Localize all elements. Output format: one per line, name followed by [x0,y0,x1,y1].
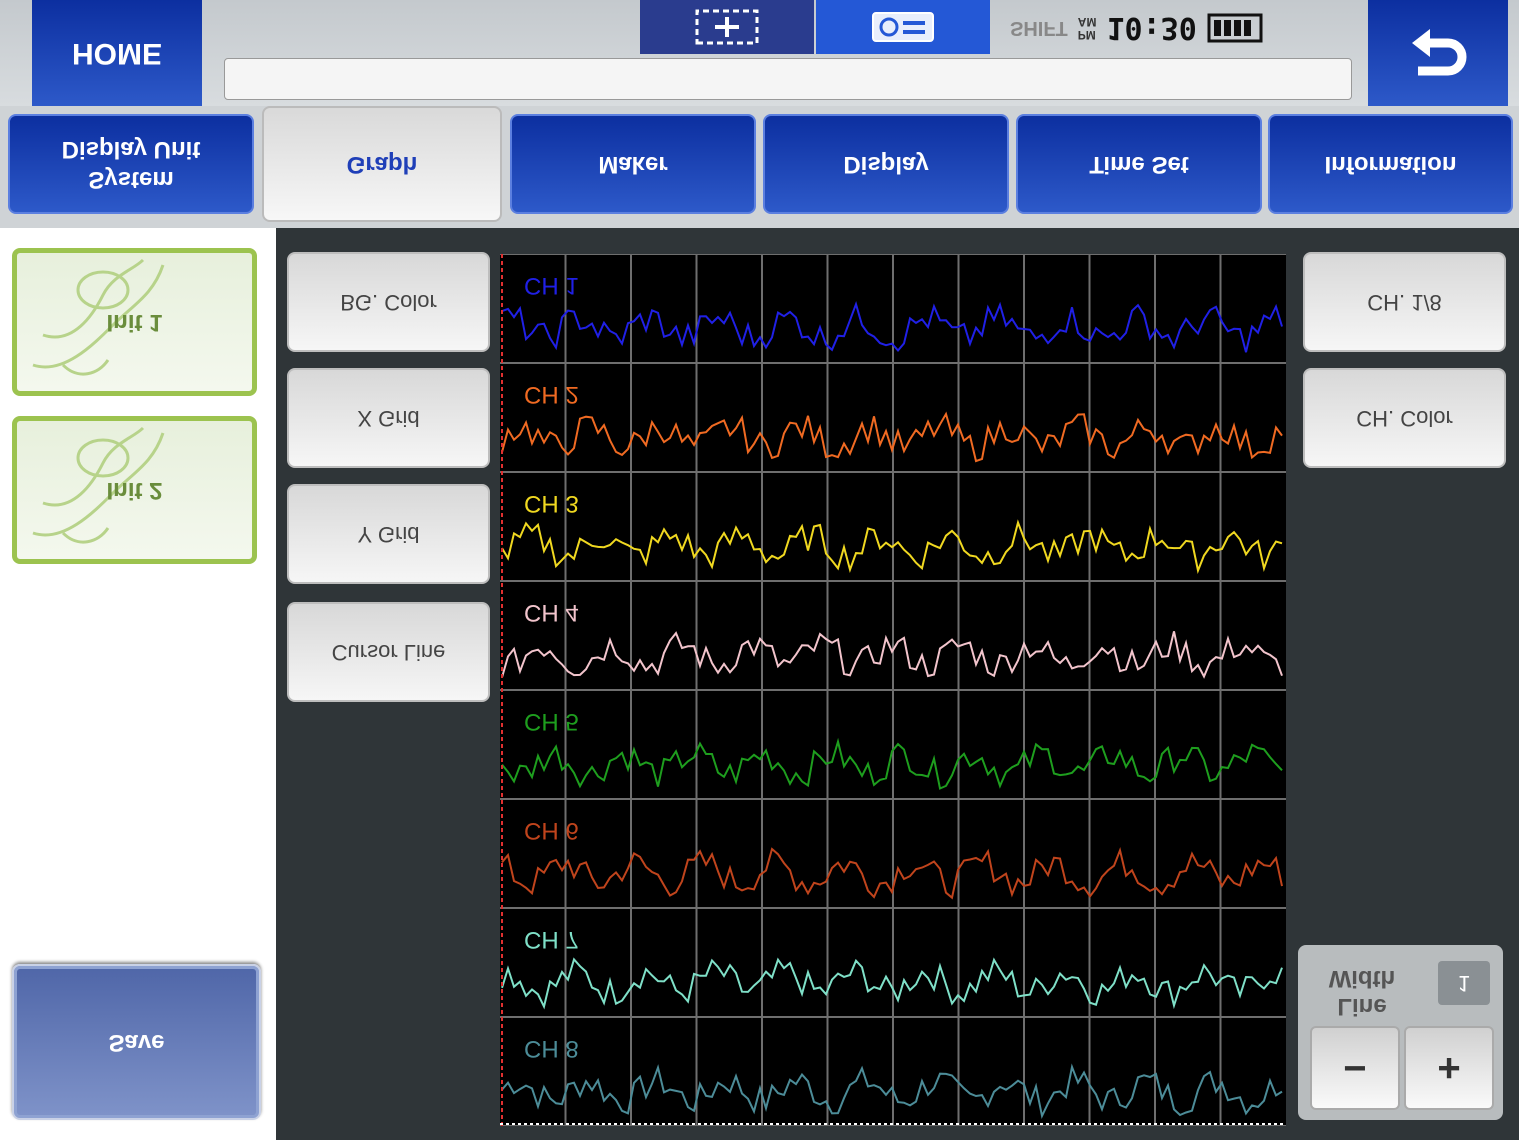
ch-color-label: CH. Color [1356,406,1453,431]
x-grid-label: X Grid [357,406,420,431]
channel-label: CH 2 [524,381,579,408]
waveform-plot: CH 8 CH 7 CH 6 CH 5 CH 4 CH 3 CH 2 CH 1 [500,253,1286,1127]
tab-label: Maker [598,151,668,178]
minus-icon: − [1343,1046,1367,1091]
channel-label: CH 5 [524,708,579,735]
line-width-label: Line Width [1328,965,1396,1020]
save-button-label: Save [108,1029,165,1056]
ch-select-button[interactable]: CH. 1/8 [1303,252,1506,352]
y-grid-label: Y Grid [357,522,420,547]
channel-label: CH 6 [524,817,579,844]
tab-bar: System Display Unit Graph Maker Display … [0,106,1519,228]
waveform-scope[interactable]: CH 8 CH 7 CH 6 CH 5 CH 4 CH 3 CH 2 CH 1 [500,253,1286,1127]
channel-label: CH 8 [524,1035,579,1062]
screen-capture-button[interactable] [640,0,814,54]
init-2-label: Init 2 [106,477,163,504]
tab-label: Information [1324,151,1457,178]
cursor-line-button[interactable]: Cursor Line [287,602,490,702]
channel-label: CH 7 [524,926,579,953]
cursor-line-label: Cursor Line [331,640,446,665]
ch-color-button[interactable]: CH. Color [1303,368,1506,468]
init-2-button[interactable]: Init 2 [12,416,257,564]
pm-label: PM [1077,28,1096,42]
return-arrow-icon [1412,29,1467,76]
tab-graph[interactable]: Graph [262,106,502,222]
bg-color-button[interactable]: BG. Color [287,252,490,352]
home-label: HOME [72,37,162,70]
home-button[interactable]: HOME [32,0,202,106]
bg-color-label: BG. Color [340,290,437,315]
back-button[interactable] [1368,0,1508,106]
channel-label: CH 1 [524,272,579,299]
init-1-label: Init 1 [106,309,163,336]
tab-maker[interactable]: Maker [510,114,756,214]
tab-information[interactable]: Information [1268,114,1513,214]
channel-label: CH 3 [524,490,579,517]
message-bar [224,58,1352,100]
clock: 10:30 [1106,10,1197,46]
x-grid-button[interactable]: X Grid [287,368,490,468]
battery-icon [1207,13,1263,43]
line-width-decrease-button[interactable]: − [1310,1026,1400,1110]
projector-icon [872,12,934,42]
tab-label: System Display Unit [61,136,201,193]
tab-display[interactable]: Display [763,114,1009,214]
status-indicators: SHIFT PM AM 10:30 [1010,8,1265,48]
channel-label: CH 4 [524,599,579,626]
shift-indicator: SHIFT [1010,17,1068,40]
init-1-button[interactable]: Init 1 [12,248,257,396]
tab-time-set[interactable]: Time Set [1016,114,1262,214]
crosshair-frame-icon [695,9,759,45]
am-pm-indicator: PM AM [1077,15,1097,42]
plus-icon: + [1437,1046,1461,1091]
screen-root: Save Init 2 Init 1 Cursor Line Y Grid X … [0,0,1519,1140]
save-button[interactable]: Save [12,964,261,1120]
line-width-panel: − + Line Width 1 [1298,945,1503,1120]
ch-select-label: CH. 1/8 [1367,290,1442,315]
projector-button[interactable] [816,0,990,54]
tab-label: Display [843,151,929,178]
tab-label: Graph [346,151,418,178]
am-label: AM [1077,15,1097,29]
tab-system-display-unit[interactable]: System Display Unit [8,114,254,214]
line-width-increase-button[interactable]: + [1404,1026,1494,1110]
y-grid-button[interactable]: Y Grid [287,484,490,584]
line-width-value: 1 [1438,961,1490,1005]
tab-label: Time Set [1089,151,1189,178]
status-bar: HOME SHIFT PM AM 10:30 [0,0,1519,106]
